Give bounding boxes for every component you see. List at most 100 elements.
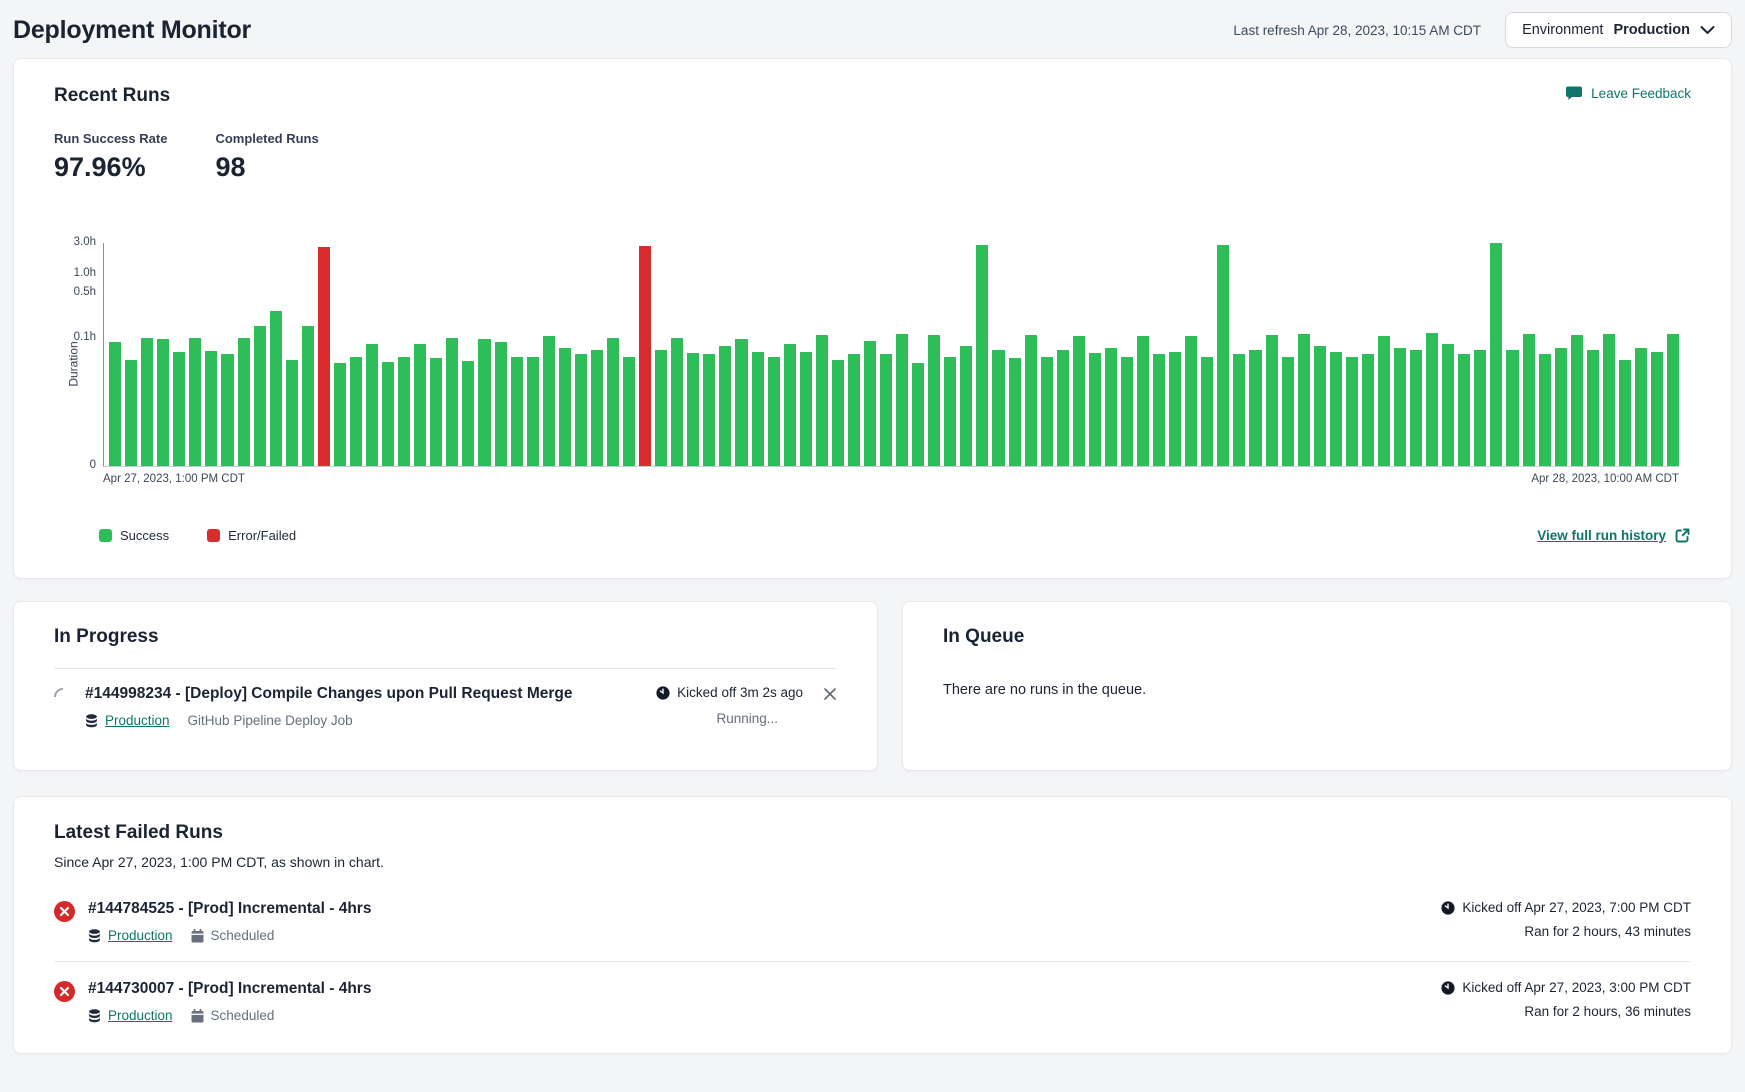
chart-bar-success[interactable] — [1378, 336, 1390, 466]
chart-bar-success[interactable] — [125, 360, 137, 466]
chart-bar-success[interactable] — [1667, 334, 1679, 466]
chart-bar-success[interactable] — [832, 360, 844, 466]
chart-bar-success[interactable] — [1394, 348, 1406, 466]
chart-bar-success[interactable] — [238, 338, 250, 466]
chart-bar-success[interactable] — [623, 357, 635, 466]
chart-bar-success[interactable] — [976, 245, 988, 466]
chart-bar-success[interactable] — [1490, 243, 1502, 466]
chart-bar-success[interactable] — [205, 351, 217, 466]
chart-bar-success[interactable] — [1153, 354, 1165, 466]
chart-bar-success[interactable] — [784, 344, 796, 466]
chart-bar-success[interactable] — [1330, 352, 1342, 466]
chart-bar-success[interactable] — [286, 360, 298, 466]
chart-bar-success[interactable] — [1506, 350, 1518, 466]
chart-bar-success[interactable] — [495, 342, 507, 466]
dismiss-run-button[interactable] — [823, 687, 837, 704]
chart-bar-success[interactable] — [960, 346, 972, 466]
chart-bar-success[interactable] — [141, 338, 153, 466]
chart-bar-success[interactable] — [1523, 334, 1535, 466]
chart-bar-success[interactable] — [221, 354, 233, 466]
chart-bar-success[interactable] — [334, 363, 346, 466]
chart-bar-success[interactable] — [944, 357, 956, 466]
chart-bar-success[interactable] — [687, 353, 699, 466]
chart-bar-success[interactable] — [880, 354, 892, 466]
chart-bar-success[interactable] — [478, 339, 490, 466]
chart-bar-success[interactable] — [1057, 350, 1069, 466]
chart-bar-success[interactable] — [1217, 245, 1229, 466]
chart-bar-success[interactable] — [848, 354, 860, 466]
chart-bar-success[interactable] — [1137, 336, 1149, 466]
chart-bar-success[interactable] — [173, 352, 185, 466]
chart-bar-success[interactable] — [912, 363, 924, 466]
chart-bar-success[interactable] — [1041, 357, 1053, 466]
chart-bar-success[interactable] — [1025, 335, 1037, 466]
chart-bar-success[interactable] — [1201, 357, 1213, 466]
environment-link[interactable]: Production — [108, 1008, 173, 1023]
chart-bar-success[interactable] — [1651, 352, 1663, 466]
chart-bar-success[interactable] — [1539, 354, 1551, 466]
chart-bar-success[interactable] — [1266, 335, 1278, 466]
chart-bar-success[interactable] — [1009, 358, 1021, 466]
chart-bar-success[interactable] — [382, 362, 394, 466]
chart-bar-success[interactable] — [896, 334, 908, 466]
chart-bar-success[interactable] — [511, 357, 523, 466]
chart-bar-success[interactable] — [1635, 348, 1647, 466]
chart-bar-success[interactable] — [559, 348, 571, 466]
chart-bar-success[interactable] — [752, 352, 764, 466]
chart-bar-success[interactable] — [446, 338, 458, 466]
chart-bar-success[interactable] — [1169, 352, 1181, 466]
chart-bar-success[interactable] — [1426, 333, 1438, 466]
chart-bar-error[interactable] — [639, 246, 651, 466]
chart-bar-success[interactable] — [1089, 353, 1101, 466]
environment-link[interactable]: Production — [105, 713, 170, 728]
chart-bar-success[interactable] — [735, 339, 747, 466]
chart-bar-success[interactable] — [527, 357, 539, 466]
chart-bar-success[interactable] — [1603, 334, 1615, 466]
chart-bar-success[interactable] — [864, 341, 876, 466]
chart-bar-success[interactable] — [591, 350, 603, 466]
chart-bar-success[interactable] — [414, 344, 426, 466]
chart-bar-success[interactable] — [302, 326, 314, 466]
chart-bar-success[interactable] — [1410, 350, 1422, 466]
chart-bar-success[interactable] — [1571, 335, 1583, 466]
environment-link[interactable]: Production — [108, 928, 173, 943]
chart-bar-success[interactable] — [1105, 348, 1117, 466]
chart-bar-success[interactable] — [1298, 334, 1310, 466]
chart-bar-success[interactable] — [1555, 348, 1567, 466]
chart-bar-success[interactable] — [1362, 354, 1374, 466]
leave-feedback-link[interactable]: Leave Feedback — [1566, 85, 1691, 102]
chart-bar-success[interactable] — [1314, 346, 1326, 466]
chart-bar-success[interactable] — [189, 338, 201, 466]
chart-bar-success[interactable] — [1185, 336, 1197, 466]
chart-bar-success[interactable] — [1458, 354, 1470, 466]
chart-bar-success[interactable] — [350, 357, 362, 466]
chart-bar-success[interactable] — [430, 358, 442, 466]
chart-bar-success[interactable] — [1073, 336, 1085, 466]
chart-bar-success[interactable] — [398, 357, 410, 466]
chart-bar-success[interactable] — [928, 335, 940, 466]
chart-bar-success[interactable] — [992, 350, 1004, 466]
chart-bar-success[interactable] — [816, 335, 828, 466]
chart-bar-success[interactable] — [703, 354, 715, 466]
view-full-run-history-link[interactable]: View full run history — [1537, 527, 1691, 544]
chart-bar-success[interactable] — [1474, 350, 1486, 466]
chart-bar-success[interactable] — [157, 339, 169, 466]
chart-bar-success[interactable] — [1121, 357, 1133, 466]
chart-bar-success[interactable] — [768, 357, 780, 466]
chart-bar-success[interactable] — [1233, 354, 1245, 466]
chart-bar-success[interactable] — [1587, 350, 1599, 466]
chart-bar-success[interactable] — [800, 352, 812, 466]
chart-bar-success[interactable] — [1442, 344, 1454, 466]
chart-bar-success[interactable] — [671, 338, 683, 466]
chart-bar-success[interactable] — [1249, 350, 1261, 466]
chart-bar-success[interactable] — [254, 326, 266, 466]
chart-bar-success[interactable] — [270, 311, 282, 466]
chart-bar-success[interactable] — [1346, 357, 1358, 466]
chart-bar-success[interactable] — [1282, 357, 1294, 466]
chart-bar-success[interactable] — [366, 344, 378, 466]
chart-bar-success[interactable] — [719, 346, 731, 466]
chart-bar-success[interactable] — [607, 338, 619, 466]
environment-dropdown[interactable]: Environment Production — [1505, 12, 1732, 48]
chart-bar-success[interactable] — [462, 361, 474, 466]
chart-bar-error[interactable] — [318, 247, 330, 466]
